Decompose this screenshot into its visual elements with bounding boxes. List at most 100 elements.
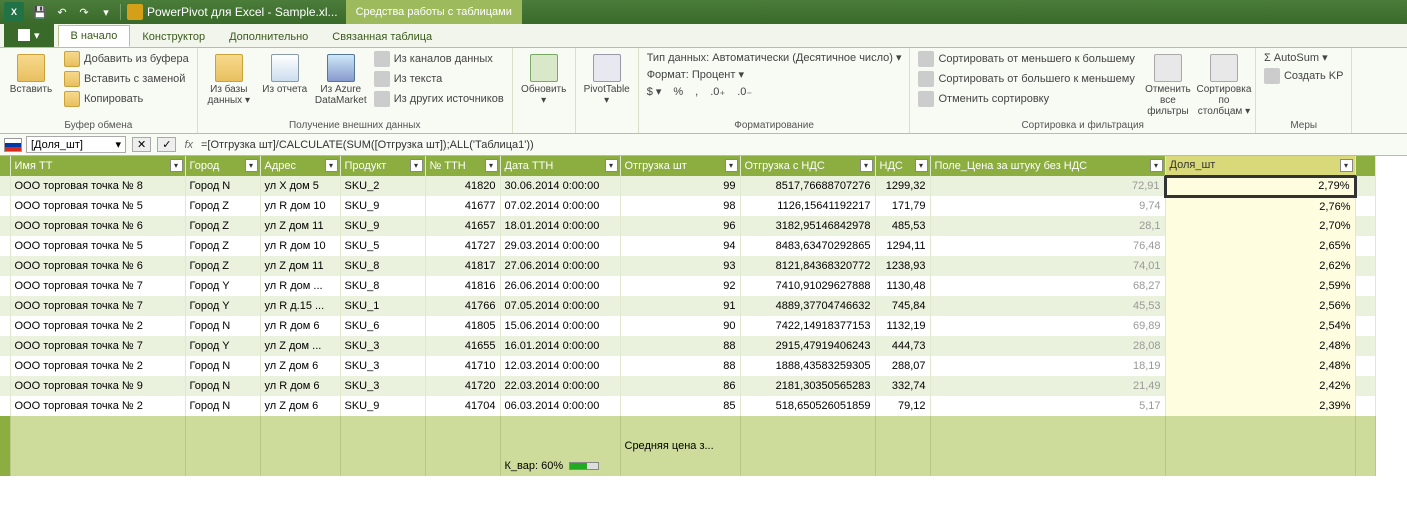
cell[interactable]: 3182,95146842978	[740, 216, 875, 236]
measure-cell[interactable]	[260, 436, 340, 456]
cell[interactable]: ул Z дом 6	[260, 356, 340, 376]
cell[interactable]: ООО торговая точка № 6	[10, 216, 185, 236]
fx-icon[interactable]: fx	[184, 139, 193, 151]
measure-cell[interactable]	[620, 416, 740, 436]
measure-cell[interactable]	[260, 456, 340, 476]
measure-cell[interactable]	[740, 416, 875, 436]
table-row[interactable]: ООО торговая точка № 6Город Zул Z дом 11…	[0, 216, 1375, 236]
cell[interactable]: 74,01	[930, 256, 1165, 276]
copy-button[interactable]: Копировать	[62, 90, 191, 108]
cell[interactable]: 90	[620, 316, 740, 336]
table-row[interactable]: ООО торговая точка № 2Город Nул R дом 6S…	[0, 316, 1375, 336]
decrease-decimal-button[interactable]: .0₋	[735, 84, 754, 99]
measure-cell[interactable]	[875, 416, 930, 436]
cell[interactable]: 171,79	[875, 196, 930, 216]
cell[interactable]: Город Z	[185, 216, 260, 236]
cell[interactable]: ул R дом ...	[260, 276, 340, 296]
column-header[interactable]: НДС▾	[875, 156, 930, 176]
measure-cell[interactable]	[1165, 456, 1355, 476]
cell[interactable]: 91	[620, 296, 740, 316]
tab-advanced[interactable]: Дополнительно	[217, 27, 320, 47]
table-row[interactable]: ООО торговая точка № 6Город Zул Z дом 11…	[0, 256, 1375, 276]
table-row[interactable]: ООО торговая точка № 7Город Yул R д.15 .…	[0, 296, 1375, 316]
cell[interactable]: 26.06.2014 0:00:00	[500, 276, 620, 296]
cell[interactable]: 93	[620, 256, 740, 276]
measure-cell[interactable]	[185, 416, 260, 436]
cell[interactable]: 2,65%	[1165, 236, 1355, 256]
cell[interactable]: ООО торговая точка № 9	[10, 376, 185, 396]
save-icon[interactable]: 💾	[32, 4, 48, 20]
cell[interactable]: 76,48	[930, 236, 1165, 256]
cell[interactable]: 8121,84368320772	[740, 256, 875, 276]
cell[interactable]: 9,74	[930, 196, 1165, 216]
filter-dropdown-icon[interactable]: ▾	[860, 159, 873, 172]
cell[interactable]: SKU_1	[340, 296, 425, 316]
measure-cell[interactable]	[185, 436, 260, 456]
cell[interactable]: 30.06.2014 0:00:00	[500, 176, 620, 196]
cell[interactable]: ул X дом 5	[260, 176, 340, 196]
sort-desc-button[interactable]: Сортировать от большего к меньшему	[916, 70, 1136, 88]
cell[interactable]: ул Z дом 11	[260, 216, 340, 236]
tab-home[interactable]: В начало	[58, 25, 131, 47]
data-grid[interactable]: Имя ТТ▾Город▾Адрес▾Продукт▾№ ТТН▾Дата ТТ…	[0, 156, 1376, 476]
cell[interactable]: 485,53	[875, 216, 930, 236]
from-text-button[interactable]: Из текста	[372, 70, 506, 88]
create-kpi-button[interactable]: Создать KP	[1262, 67, 1346, 85]
file-menu-button[interactable]: ▾	[4, 23, 54, 47]
cell[interactable]: 2915,47919406243	[740, 336, 875, 356]
filter-dropdown-icon[interactable]: ▾	[325, 159, 338, 172]
cell[interactable]: 41704	[425, 396, 500, 416]
column-header[interactable]: Отгрузка с НДС▾	[740, 156, 875, 176]
cell[interactable]: 8517,76688707276	[740, 176, 875, 196]
cell[interactable]: ул Z дом 11	[260, 256, 340, 276]
measure-cell[interactable]	[500, 436, 620, 456]
cell[interactable]: 28,08	[930, 336, 1165, 356]
language-flag-icon[interactable]	[4, 138, 22, 152]
cell[interactable]: 1888,43583259305	[740, 356, 875, 376]
cell[interactable]: ул R дом 10	[260, 196, 340, 216]
cell[interactable]: 06.03.2014 0:00:00	[500, 396, 620, 416]
measure-cell[interactable]	[620, 456, 740, 476]
cell[interactable]: SKU_3	[340, 336, 425, 356]
cell[interactable]: 85	[620, 396, 740, 416]
cell[interactable]: 444,73	[875, 336, 930, 356]
cell[interactable]: ООО торговая точка № 7	[10, 336, 185, 356]
measure-cell[interactable]: К_вар: 60%	[500, 456, 620, 476]
filter-dropdown-icon[interactable]: ▾	[605, 159, 618, 172]
cell[interactable]: 88	[620, 356, 740, 376]
measure-cell[interactable]	[425, 436, 500, 456]
cell[interactable]: 41657	[425, 216, 500, 236]
cell[interactable]: 29.03.2014 0:00:00	[500, 236, 620, 256]
cell[interactable]: 1132,19	[875, 316, 930, 336]
cell[interactable]: 12.03.2014 0:00:00	[500, 356, 620, 376]
cell[interactable]: 2,62%	[1165, 256, 1355, 276]
cell[interactable]: 98	[620, 196, 740, 216]
cell[interactable]: 332,74	[875, 376, 930, 396]
cell[interactable]: 41710	[425, 356, 500, 376]
column-header[interactable]: Дата ТТН▾	[500, 156, 620, 176]
measure-cell[interactable]	[340, 416, 425, 436]
table-row[interactable]: ООО торговая точка № 9Город Nул R дом 6S…	[0, 376, 1375, 396]
column-header[interactable]: Отгрузка шт▾	[620, 156, 740, 176]
formula-confirm-button[interactable]: ✓	[157, 137, 176, 152]
cell[interactable]: 1294,11	[875, 236, 930, 256]
cell[interactable]: ООО торговая точка № 2	[10, 316, 185, 336]
cell[interactable]: 07.02.2014 0:00:00	[500, 196, 620, 216]
cell[interactable]: Город Y	[185, 336, 260, 356]
cell[interactable]: 2,42%	[1165, 376, 1355, 396]
cell[interactable]: ул R дом 6	[260, 376, 340, 396]
cell[interactable]: 2,76%	[1165, 196, 1355, 216]
cell[interactable]: 2,48%	[1165, 356, 1355, 376]
cell[interactable]: 28,1	[930, 216, 1165, 236]
from-feed-button[interactable]: Из каналов данных	[372, 50, 506, 68]
cell[interactable]: 2,54%	[1165, 316, 1355, 336]
cell[interactable]: Город Z	[185, 236, 260, 256]
cell[interactable]: 16.01.2014 0:00:00	[500, 336, 620, 356]
cell[interactable]: ООО торговая точка № 2	[10, 356, 185, 376]
measure-cell[interactable]	[425, 416, 500, 436]
cell[interactable]: 2,70%	[1165, 216, 1355, 236]
filter-dropdown-icon[interactable]: ▾	[410, 159, 423, 172]
cell[interactable]: SKU_3	[340, 376, 425, 396]
cell[interactable]: Город Y	[185, 276, 260, 296]
cell[interactable]: 1126,15641192217	[740, 196, 875, 216]
